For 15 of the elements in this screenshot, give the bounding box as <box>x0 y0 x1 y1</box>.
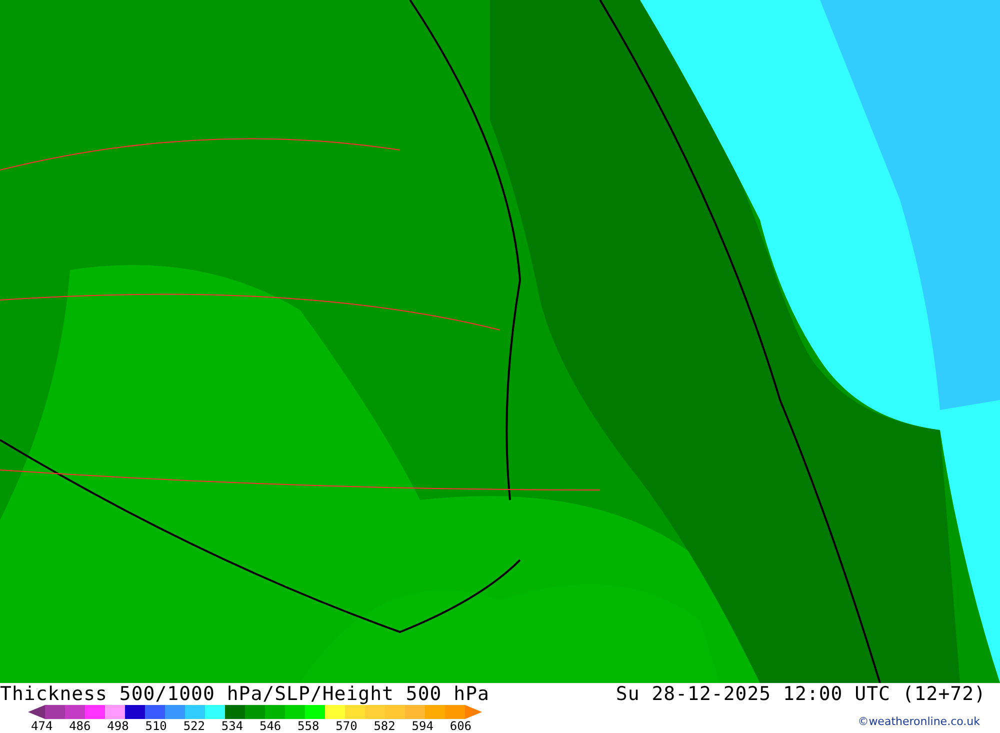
scale-label: 546 <box>259 719 282 733</box>
scale-label: 498 <box>107 719 130 733</box>
map-title: Thickness 500/1000 hPa/SLP/Height 500 hPa <box>0 683 490 705</box>
scale-label: 558 <box>298 719 320 733</box>
scale-label: 522 <box>183 719 206 733</box>
scale-label: 582 <box>374 719 396 733</box>
scale-label: 534 <box>221 719 244 733</box>
scale-label: 570 <box>336 719 358 733</box>
scale-label: 606 <box>450 719 473 733</box>
scale-label: 510 <box>145 719 168 733</box>
scale-label: 474 <box>31 719 54 733</box>
valid-time: Su 28-12-2025 12:00 UTC (12+72) <box>616 683 986 705</box>
copyright-link[interactable]: ©weatheronline.co.uk <box>858 715 980 728</box>
scale-label: 594 <box>412 719 434 733</box>
scale-label: 486 <box>69 719 92 733</box>
